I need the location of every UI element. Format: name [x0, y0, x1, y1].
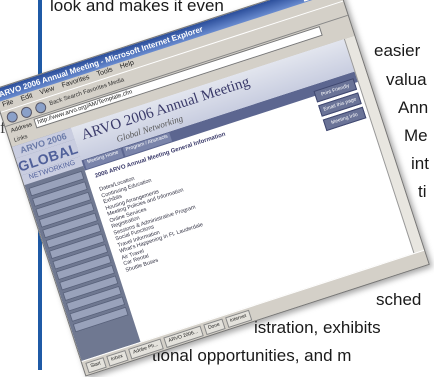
forward-icon	[19, 104, 34, 119]
article-line-10: tional opportunities, and m	[152, 346, 352, 365]
article-line-6: int	[411, 154, 429, 173]
article-line-3: valua	[386, 70, 427, 89]
article-line-9: istration, exhibits	[254, 318, 381, 337]
article-line-4: Ann	[398, 98, 429, 117]
status-text: Done	[202, 318, 226, 335]
taskbar-start: Start	[85, 356, 107, 373]
status-zone: Internet	[224, 309, 252, 328]
article-line-1: look and makes it even	[50, 0, 224, 15]
article-line-8: sched	[376, 290, 422, 309]
article-line-2: easier	[374, 41, 421, 60]
taskbar-item: Inbox	[105, 349, 129, 367]
article-line-7: ti	[418, 182, 427, 201]
refresh-icon	[33, 100, 48, 115]
article-line-5: Me	[404, 126, 428, 145]
back-icon	[5, 109, 20, 124]
